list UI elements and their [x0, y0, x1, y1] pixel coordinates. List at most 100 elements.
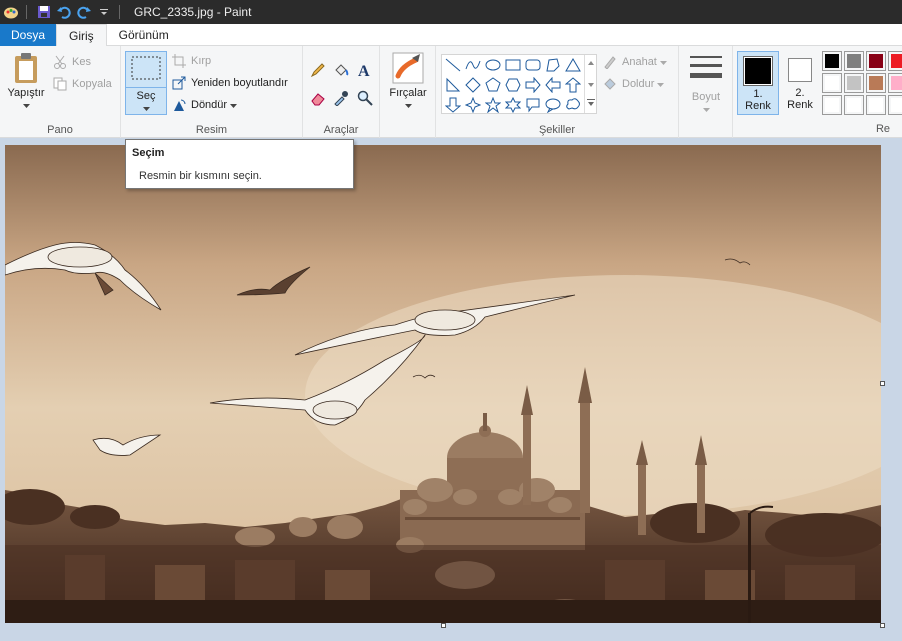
copy-label: Kopyala — [72, 78, 112, 90]
fill-bucket-icon[interactable] — [331, 60, 351, 80]
outline-button[interactable]: Anahat — [602, 52, 667, 72]
shapes-gallery-scrollbar[interactable] — [584, 55, 596, 113]
color-swatch[interactable] — [822, 51, 842, 71]
title-bar: GRC_2335.jpg - Paint — [0, 0, 902, 24]
brushes-label: Fırçalar — [389, 87, 427, 99]
eraser-icon[interactable] — [308, 88, 328, 108]
color-swatch[interactable] — [822, 95, 842, 115]
chevron-down-icon — [657, 78, 665, 90]
shapes-group-label: Şekiller — [538, 124, 576, 136]
right-triangle-shape-icon[interactable] — [443, 75, 463, 95]
group-tools: A Araçlar — [303, 46, 380, 138]
copy-icon — [52, 76, 68, 92]
resize-button[interactable]: Yeniden boyutlandır — [171, 73, 288, 93]
color1-label-line2: Renk — [745, 100, 771, 112]
customize-quick-access-icon[interactable] — [95, 3, 113, 21]
five-point-star-shape-icon[interactable] — [483, 95, 503, 115]
rounded-rectangle-shape-icon[interactable] — [523, 55, 543, 75]
group-image: Seç Kırp Yeniden boyutlandır Döndür Resi… — [121, 46, 303, 138]
left-arrow-shape-icon[interactable] — [543, 75, 563, 95]
color1-label-line1: 1. — [753, 88, 763, 100]
color-picker-icon[interactable] — [331, 88, 351, 108]
fill-button[interactable]: Doldur — [602, 74, 665, 94]
canvas-image[interactable] — [5, 145, 881, 623]
size-button[interactable]: Boyut — [686, 54, 726, 115]
color2-label-line1: 2. — [795, 87, 805, 99]
rotate-label: Döndür — [191, 99, 228, 111]
istanbul-photo — [5, 145, 881, 623]
select-button[interactable]: Seç — [125, 51, 167, 115]
redo-icon[interactable] — [75, 3, 93, 21]
four-point-star-shape-icon[interactable] — [463, 95, 483, 115]
copy-button[interactable]: Kopyala — [52, 74, 112, 94]
line-shape-icon[interactable] — [443, 55, 463, 75]
select-tooltip: Seçim Resmin bir kısmını seçin. — [125, 139, 354, 189]
save-icon[interactable] — [35, 3, 53, 21]
color-swatch[interactable] — [888, 51, 902, 71]
color-swatch-fill — [847, 54, 861, 68]
right-arrow-shape-icon[interactable] — [523, 75, 543, 95]
triangle-shape-icon[interactable] — [563, 55, 583, 75]
chevron-down-icon — [142, 102, 150, 114]
chevron-down-icon — [404, 99, 412, 111]
canvas-area[interactable] — [0, 138, 902, 641]
text-icon[interactable]: A — [355, 60, 375, 80]
up-arrow-shape-icon[interactable] — [563, 75, 583, 95]
colors-group-label: Re — [875, 123, 891, 135]
pentagon-shape-icon[interactable] — [483, 75, 503, 95]
color-swatch-fill — [825, 76, 839, 90]
color-swatch[interactable] — [844, 95, 864, 115]
six-point-star-shape-icon[interactable] — [503, 95, 523, 115]
clipboard-icon — [12, 52, 40, 87]
polygon-shape-icon[interactable] — [543, 55, 563, 75]
tab-view[interactable]: Görünüm — [107, 24, 181, 46]
cut-button[interactable]: Kes — [52, 52, 91, 72]
rotate-button[interactable]: Döndür — [171, 95, 238, 115]
rounded-callout-shape-icon[interactable] — [523, 95, 543, 115]
chevron-down-icon — [22, 99, 30, 111]
curve-shape-icon[interactable] — [463, 55, 483, 75]
crop-label: Kırp — [191, 55, 212, 67]
rectangle-shape-icon[interactable] — [503, 55, 523, 75]
down-arrow-shape-icon[interactable] — [443, 95, 463, 115]
color-swatch[interactable] — [822, 73, 842, 93]
paste-button[interactable]: Yapıştır — [6, 52, 46, 111]
oval-callout-shape-icon[interactable] — [543, 95, 563, 115]
color-swatch[interactable] — [888, 95, 902, 115]
brushes-button[interactable]: Fırçalar — [386, 52, 430, 111]
pencil-icon[interactable] — [308, 60, 328, 80]
tab-home[interactable]: Giriş — [56, 24, 107, 47]
magnifier-icon[interactable] — [355, 88, 375, 108]
brush-icon — [392, 52, 424, 87]
color-swatch[interactable] — [844, 73, 864, 93]
group-clipboard: Yapıştır Kes Kopyala Pano — [0, 46, 121, 138]
outline-brush-icon — [602, 54, 618, 70]
color-swatch[interactable] — [866, 51, 886, 71]
color-swatch[interactable] — [866, 73, 886, 93]
cloud-callout-shape-icon[interactable] — [563, 95, 583, 115]
color-swatch[interactable] — [888, 73, 902, 93]
paste-label: Yapıştır — [7, 87, 45, 99]
hexagon-shape-icon[interactable] — [503, 75, 523, 95]
color-swatch[interactable] — [844, 51, 864, 71]
svg-text:A: A — [358, 63, 370, 78]
oval-shape-icon[interactable] — [483, 55, 503, 75]
color2-button[interactable]: 2. Renk — [781, 51, 819, 115]
window-title: GRC_2335.jpg - Paint — [134, 5, 252, 19]
cut-label: Kes — [72, 56, 91, 68]
clipboard-group-label: Pano — [47, 124, 73, 136]
color1-button[interactable]: 1. Renk — [737, 51, 779, 115]
tab-file[interactable]: Dosya — [0, 24, 56, 46]
resize-handle-bottom[interactable] — [441, 623, 446, 628]
paint-app-icon[interactable] — [2, 3, 20, 21]
resize-handle-corner[interactable] — [880, 623, 885, 628]
color1-fill — [744, 57, 772, 85]
group-brushes: Fırçalar — [380, 46, 436, 138]
resize-handle-right[interactable] — [880, 381, 885, 386]
color-swatch[interactable] — [866, 95, 886, 115]
undo-icon[interactable] — [55, 3, 73, 21]
color-swatch-fill — [869, 54, 883, 68]
crop-button[interactable]: Kırp — [171, 51, 211, 71]
diamond-shape-icon[interactable] — [463, 75, 483, 95]
crop-icon — [171, 53, 187, 69]
